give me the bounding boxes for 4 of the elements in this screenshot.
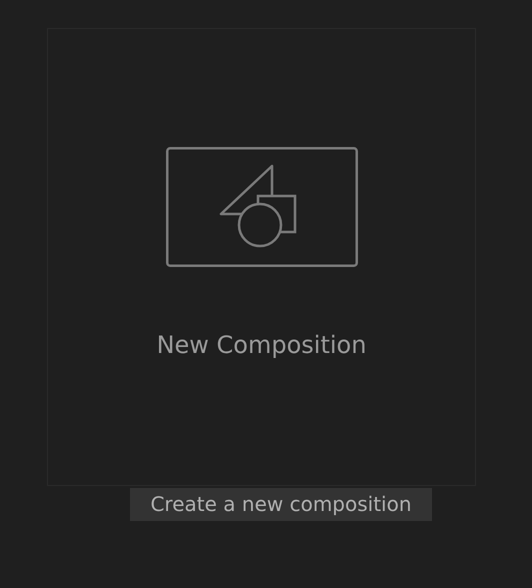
- composition-card[interactable]: New Composition: [47, 28, 476, 486]
- tooltip: Create a new composition: [130, 488, 432, 521]
- shapes-icon: [166, 147, 358, 267]
- card-title: New Composition: [156, 331, 366, 359]
